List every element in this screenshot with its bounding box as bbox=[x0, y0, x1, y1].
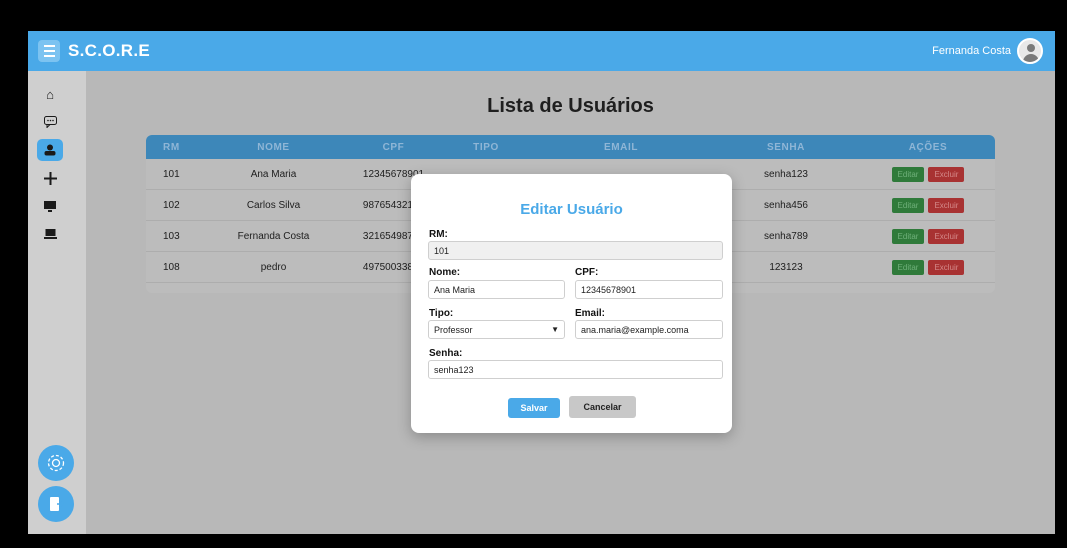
chevron-down-icon: ▼ bbox=[551, 325, 559, 334]
chat-icon[interactable] bbox=[37, 111, 63, 133]
modal-title: Editar Usuário bbox=[520, 201, 623, 218]
column-header-nome: NOME bbox=[257, 141, 290, 153]
edit-button[interactable]: Editar bbox=[891, 259, 925, 275]
top-bar: S.C.O.R.E Fernanda Costa bbox=[28, 31, 1055, 71]
delete-button[interactable]: Excluir bbox=[928, 228, 965, 244]
tipo-select-value: Professor bbox=[434, 324, 473, 335]
edit-button[interactable]: Editar bbox=[891, 228, 925, 244]
rm-label: RM: bbox=[429, 229, 448, 240]
cell-actions: Editar Excluir bbox=[861, 259, 995, 275]
cell-rm: 102 bbox=[163, 199, 180, 211]
table-header: RM NOME CPF TIPO EMAIL SENHA AÇÕES bbox=[146, 135, 995, 159]
cell-rm: 103 bbox=[163, 230, 180, 242]
tipo-label: Tipo: bbox=[429, 308, 454, 319]
delete-button[interactable]: Excluir bbox=[928, 259, 965, 275]
cancel-button[interactable]: Cancelar bbox=[569, 396, 636, 418]
add-icon[interactable] bbox=[37, 167, 63, 189]
cell-actions: Editar Excluir bbox=[861, 228, 995, 244]
cell-nome: Fernanda Costa bbox=[237, 230, 310, 242]
senha-label: Senha: bbox=[429, 348, 463, 359]
cell-actions: Editar Excluir bbox=[861, 166, 995, 182]
home-icon[interactable]: ⌂ bbox=[37, 83, 63, 105]
cell-rm: 108 bbox=[163, 261, 180, 273]
cell-nome: pedro bbox=[260, 261, 287, 273]
edit-button[interactable]: Editar bbox=[891, 197, 925, 213]
cell-actions: Editar Excluir bbox=[861, 197, 995, 213]
save-button[interactable]: Salvar bbox=[508, 398, 560, 418]
cell-senha: senha456 bbox=[764, 199, 808, 211]
email-field[interactable]: ana.maria@example.coma bbox=[575, 320, 723, 339]
laptop-icon[interactable] bbox=[37, 223, 63, 245]
tipo-select[interactable]: Professor ▼ bbox=[428, 320, 565, 339]
page-title: Lista de Usuários bbox=[487, 95, 654, 117]
delete-button[interactable]: Excluir bbox=[928, 166, 965, 182]
sidebar: ⌂ bbox=[28, 71, 86, 534]
email-label: Email: bbox=[575, 308, 606, 319]
cell-senha: 123123 bbox=[769, 261, 803, 273]
cell-senha: senha123 bbox=[764, 168, 808, 180]
edit-button[interactable]: Editar bbox=[891, 166, 925, 182]
rm-field[interactable]: 101 bbox=[428, 241, 723, 260]
users-icon[interactable] bbox=[37, 139, 63, 161]
logout-icon[interactable] bbox=[38, 486, 74, 522]
column-header-tipo: TIPO bbox=[473, 141, 499, 153]
nome-label: Nome: bbox=[429, 267, 461, 278]
menu-icon[interactable] bbox=[38, 40, 60, 62]
brand-title: S.C.O.R.E bbox=[68, 41, 151, 60]
nome-field[interactable]: Ana Maria bbox=[428, 280, 565, 299]
delete-button[interactable]: Excluir bbox=[928, 197, 965, 213]
column-header-email: EMAIL bbox=[603, 141, 639, 153]
user-menu[interactable]: Fernanda Costa bbox=[932, 38, 1043, 64]
column-header-cpf: CPF bbox=[382, 141, 405, 153]
cpf-field[interactable]: 12345678901 bbox=[575, 280, 723, 299]
column-header-rm: RM bbox=[163, 141, 180, 153]
avatar-icon[interactable] bbox=[1017, 38, 1043, 64]
edit-user-modal: Editar Usuário RM: 101 Nome: Ana Maria C… bbox=[411, 174, 732, 433]
cell-senha: senha789 bbox=[764, 230, 808, 242]
senha-field[interactable]: senha123 bbox=[428, 360, 723, 379]
column-header-acoes: AÇÕES bbox=[908, 141, 948, 153]
monitor-icon[interactable] bbox=[37, 195, 63, 217]
cell-nome: Carlos Silva bbox=[246, 199, 301, 211]
cpf-label: CPF: bbox=[575, 267, 599, 278]
gear-icon[interactable] bbox=[38, 445, 74, 481]
app-window: S.C.O.R.E Fernanda Costa ⌂ Lista de Usuá… bbox=[28, 31, 1055, 534]
cell-nome: Ana Maria bbox=[250, 168, 297, 180]
column-header-senha: SENHA bbox=[766, 141, 805, 153]
user-name: Fernanda Costa bbox=[932, 45, 1011, 57]
cell-rm: 101 bbox=[163, 168, 180, 180]
